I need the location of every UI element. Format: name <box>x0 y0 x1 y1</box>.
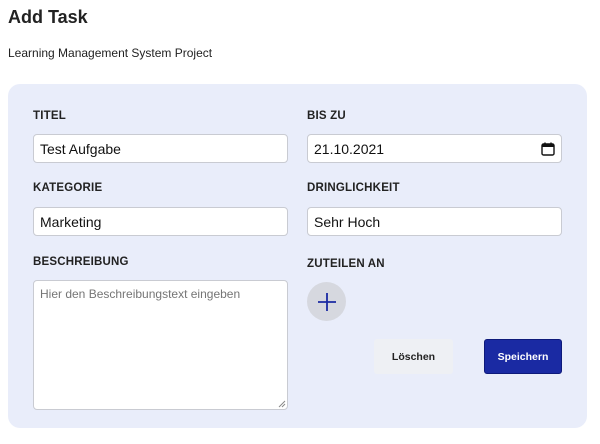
due-date-label: BIS ZU <box>307 110 346 122</box>
assign-label: ZUTEILEN AN <box>307 258 385 270</box>
add-assignee-button[interactable] <box>307 282 346 321</box>
project-name: Learning Management System Project <box>8 46 213 60</box>
add-task-page: Add Task Learning Management System Proj… <box>0 0 600 444</box>
title-input[interactable] <box>33 134 288 163</box>
priority-label: DRINGLICHKEIT <box>307 182 400 194</box>
plus-icon <box>317 292 336 311</box>
category-input[interactable] <box>33 207 288 236</box>
title-label: TITEL <box>33 110 66 122</box>
page-title: Add Task <box>8 7 88 27</box>
due-date-input[interactable]: 21.10.2021 <box>307 134 562 163</box>
category-label: KATEGORIE <box>33 182 103 194</box>
task-form-card: TITEL KATEGORIE BESCHREIBUNG BIS ZU 21.1… <box>8 84 587 428</box>
calendar-icon[interactable] <box>541 142 555 156</box>
delete-button[interactable]: Löschen <box>374 339 453 374</box>
priority-input[interactable] <box>307 207 562 236</box>
resize-grip-icon[interactable] <box>278 400 286 408</box>
description-label: BESCHREIBUNG <box>33 256 129 268</box>
due-date-value: 21.10.2021 <box>314 140 385 157</box>
description-textarea[interactable] <box>33 280 288 410</box>
save-button[interactable]: Speichern <box>484 339 562 374</box>
